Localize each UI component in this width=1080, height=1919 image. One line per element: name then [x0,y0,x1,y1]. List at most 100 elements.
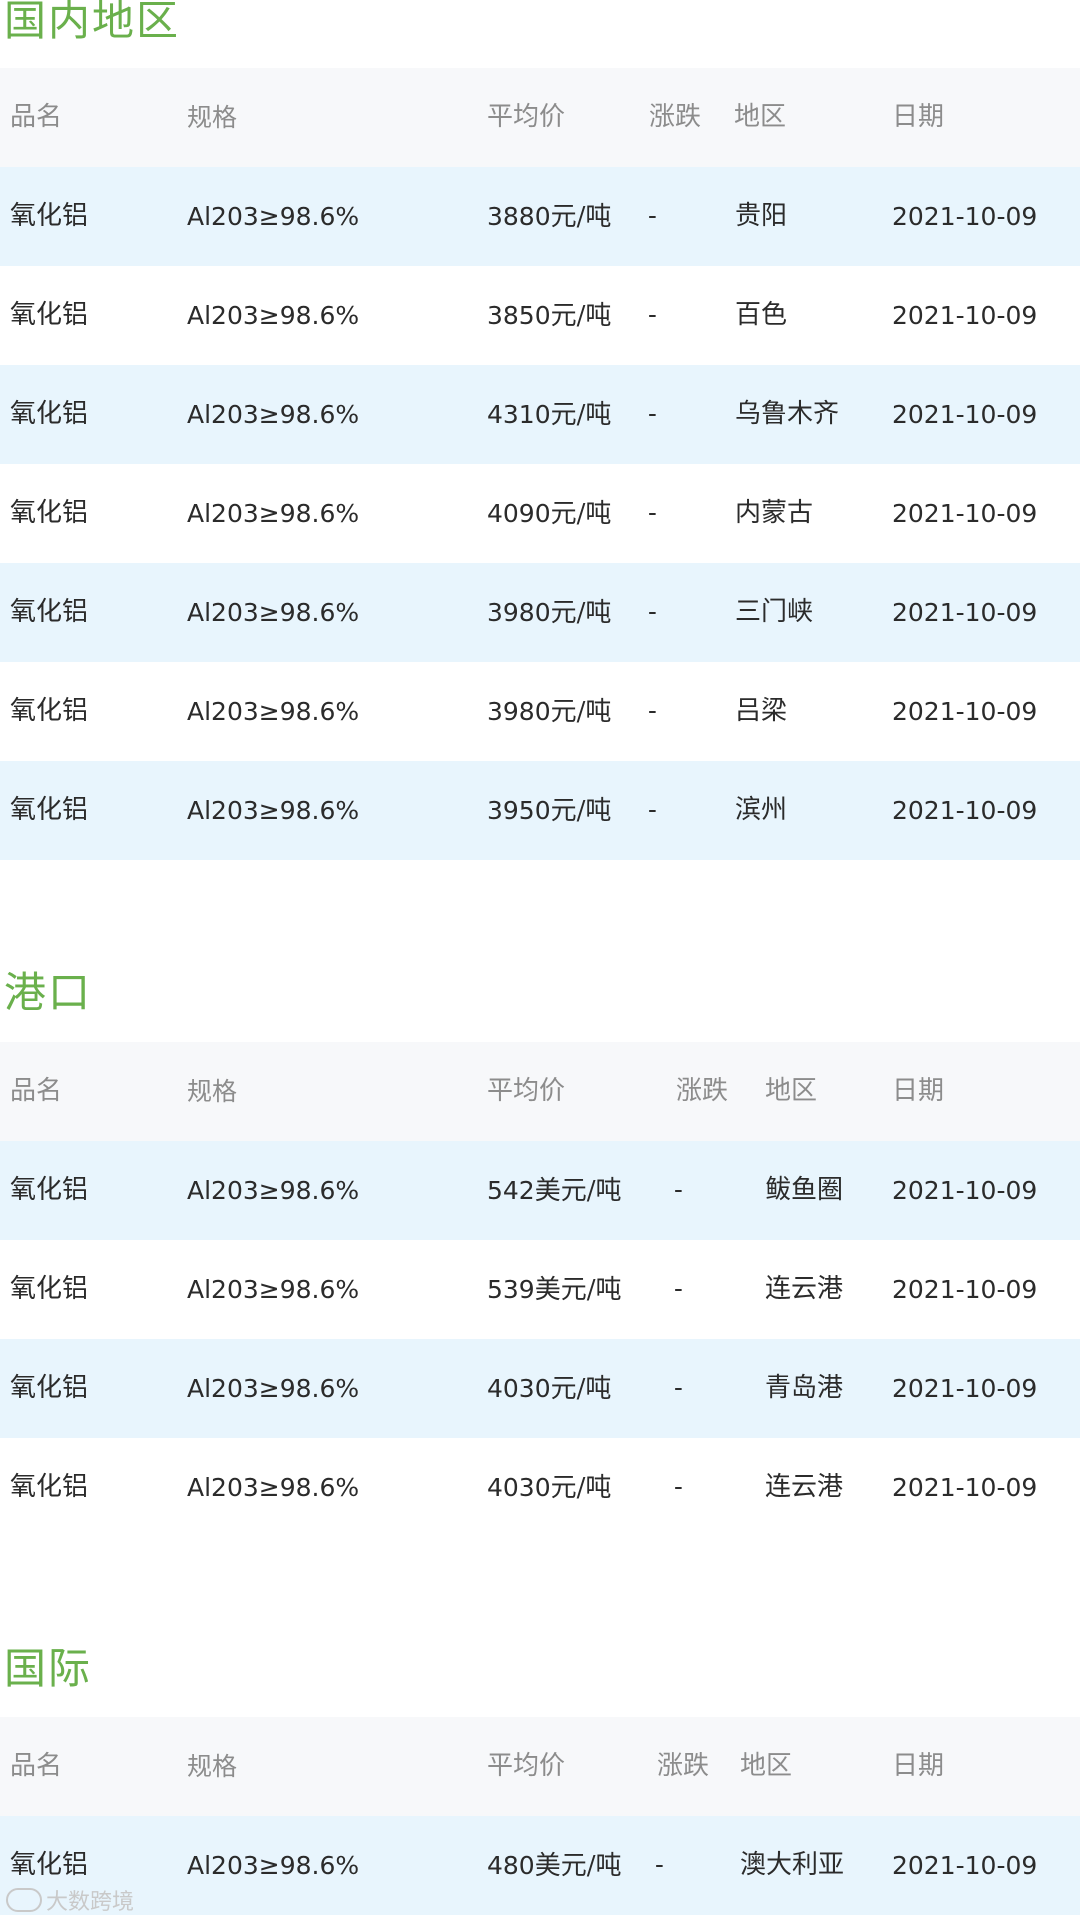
cell-region: 三门峡 [735,597,814,627]
header-region: 地区 [740,1751,793,1781]
header-name: 品名 [10,102,63,132]
price-unit: 美元/吨 [534,1851,622,1881]
cell-change: - [648,696,657,726]
header-price: 平均价 [487,102,566,132]
cell-change: - [648,597,657,627]
cell-change: - [648,498,657,528]
cell-spec: Al203≥98.6% [187,202,360,231]
cell-price: 4310元/吨 [487,365,611,464]
section-title-domestic: 国内地区 [4,0,181,45]
header-spec: 规格 [187,1752,238,1781]
header-region: 地区 [734,102,787,132]
price-value: 4030 [487,1473,551,1502]
table-row: 氧化铝 Al203≥98.6% 3980元/吨 - 吕梁 2021-10-09 [0,662,1080,761]
price-unit: 元/吨 [550,1374,612,1404]
cell-price: 4090元/吨 [487,464,611,563]
cell-price: 3880元/吨 [487,167,611,266]
table-row: 氧化铝 Al203≥98.6% 3950元/吨 - 滨州 2021-10-09 [0,761,1080,860]
watermark-logo-icon [6,1888,42,1912]
cell-spec: Al203≥98.6% [187,1473,360,1502]
header-change: 涨跌 [649,102,702,132]
price-unit: 美元/吨 [534,1275,622,1305]
header-name: 品名 [10,1751,63,1781]
header-price: 平均价 [487,1076,566,1106]
cell-price: 542美元/吨 [487,1141,621,1240]
cell-region: 澳大利亚 [740,1850,845,1880]
price-unit: 元/吨 [550,400,612,430]
cell-price: 539美元/吨 [487,1240,621,1339]
cell-region: 内蒙古 [735,498,814,528]
price-unit: 元/吨 [550,202,612,232]
price-value: 542 [487,1176,535,1205]
cell-price: 480美元/吨 [487,1816,621,1915]
cell-date: 2021-10-09 [892,1176,1038,1205]
table-header-row: 品名 规格 平均价 涨跌 地区 日期 [0,1042,1080,1141]
cell-region: 贵阳 [735,201,788,231]
price-value: 3980 [487,697,551,726]
cell-name: 氧化铝 [10,1373,89,1403]
cell-change: - [648,399,657,429]
section-title-international: 国际 [4,1644,93,1693]
table-row: 氧化铝 Al203≥98.6% 539美元/吨 - 连云港 2021-10-09 [0,1240,1080,1339]
price-value: 3850 [487,301,551,330]
header-name: 品名 [10,1076,63,1106]
table-row: 氧化铝 Al203≥98.6% 4030元/吨 - 青岛港 2021-10-09 [0,1339,1080,1438]
table-port: 品名 规格 平均价 涨跌 地区 日期 氧化铝 Al203≥98.6% 542美元… [0,1042,1080,1537]
cell-change: - [648,201,657,231]
cell-region: 百色 [735,300,788,330]
price-unit: 美元/吨 [534,1176,622,1206]
table-row: 氧化铝 Al203≥98.6% 480美元/吨 - 澳大利亚 2021-10-0… [0,1816,1080,1915]
cell-price: 4030元/吨 [487,1339,611,1438]
cell-region: 青岛港 [765,1373,844,1403]
header-change: 涨跌 [657,1751,710,1781]
price-unit: 元/吨 [550,697,612,727]
price-value: 4090 [487,499,551,528]
cell-name: 氧化铝 [10,300,89,330]
price-value: 3980 [487,598,551,627]
cell-price: 3980元/吨 [487,662,611,761]
cell-date: 2021-10-09 [892,1851,1038,1880]
header-date: 日期 [892,102,945,132]
cell-spec: Al203≥98.6% [187,598,360,627]
price-value: 480 [487,1851,535,1880]
price-unit: 元/吨 [550,499,612,529]
cell-region: 乌鲁木齐 [735,399,840,429]
cell-spec: Al203≥98.6% [187,697,360,726]
header-spec: 规格 [187,1077,238,1106]
table-row: 氧化铝 Al203≥98.6% 3980元/吨 - 三门峡 2021-10-09 [0,563,1080,662]
cell-name: 氧化铝 [10,696,89,726]
cell-price: 3950元/吨 [487,761,611,860]
cell-spec: Al203≥98.6% [187,400,360,429]
cell-spec: Al203≥98.6% [187,1374,360,1403]
table-row: 氧化铝 Al203≥98.6% 3850元/吨 - 百色 2021-10-09 [0,266,1080,365]
price-value: 3950 [487,796,551,825]
header-date: 日期 [892,1751,945,1781]
cell-price: 4030元/吨 [487,1438,611,1537]
table-row: 氧化铝 Al203≥98.6% 3880元/吨 - 贵阳 2021-10-09 [0,167,1080,266]
price-unit: 元/吨 [550,301,612,331]
cell-date: 2021-10-09 [892,1275,1038,1304]
cell-spec: Al203≥98.6% [187,1176,360,1205]
price-unit: 元/吨 [550,598,612,628]
table-domestic: 品名 规格 平均价 涨跌 地区 日期 氧化铝 Al203≥98.6% 3880元… [0,68,1080,860]
cell-name: 氧化铝 [10,1175,89,1205]
cell-spec: Al203≥98.6% [187,1851,360,1880]
header-region: 地区 [765,1076,818,1106]
table-row: 氧化铝 Al203≥98.6% 4090元/吨 - 内蒙古 2021-10-09 [0,464,1080,563]
cell-spec: Al203≥98.6% [187,499,360,528]
cell-name: 氧化铝 [10,201,89,231]
watermark: 大数跨境 [6,1884,134,1916]
cell-date: 2021-10-09 [892,400,1038,429]
cell-region: 连云港 [765,1472,844,1502]
cell-date: 2021-10-09 [892,598,1038,627]
cell-name: 氧化铝 [10,1472,89,1502]
price-unit: 元/吨 [550,1473,612,1503]
cell-change: - [648,795,657,825]
cell-region: 连云港 [765,1274,844,1304]
price-value: 4310 [487,400,551,429]
cell-name: 氧化铝 [10,597,89,627]
cell-change: - [648,300,657,330]
cell-name: 氧化铝 [10,795,89,825]
cell-date: 2021-10-09 [892,499,1038,528]
table-row: 氧化铝 Al203≥98.6% 4030元/吨 - 连云港 2021-10-09 [0,1438,1080,1537]
